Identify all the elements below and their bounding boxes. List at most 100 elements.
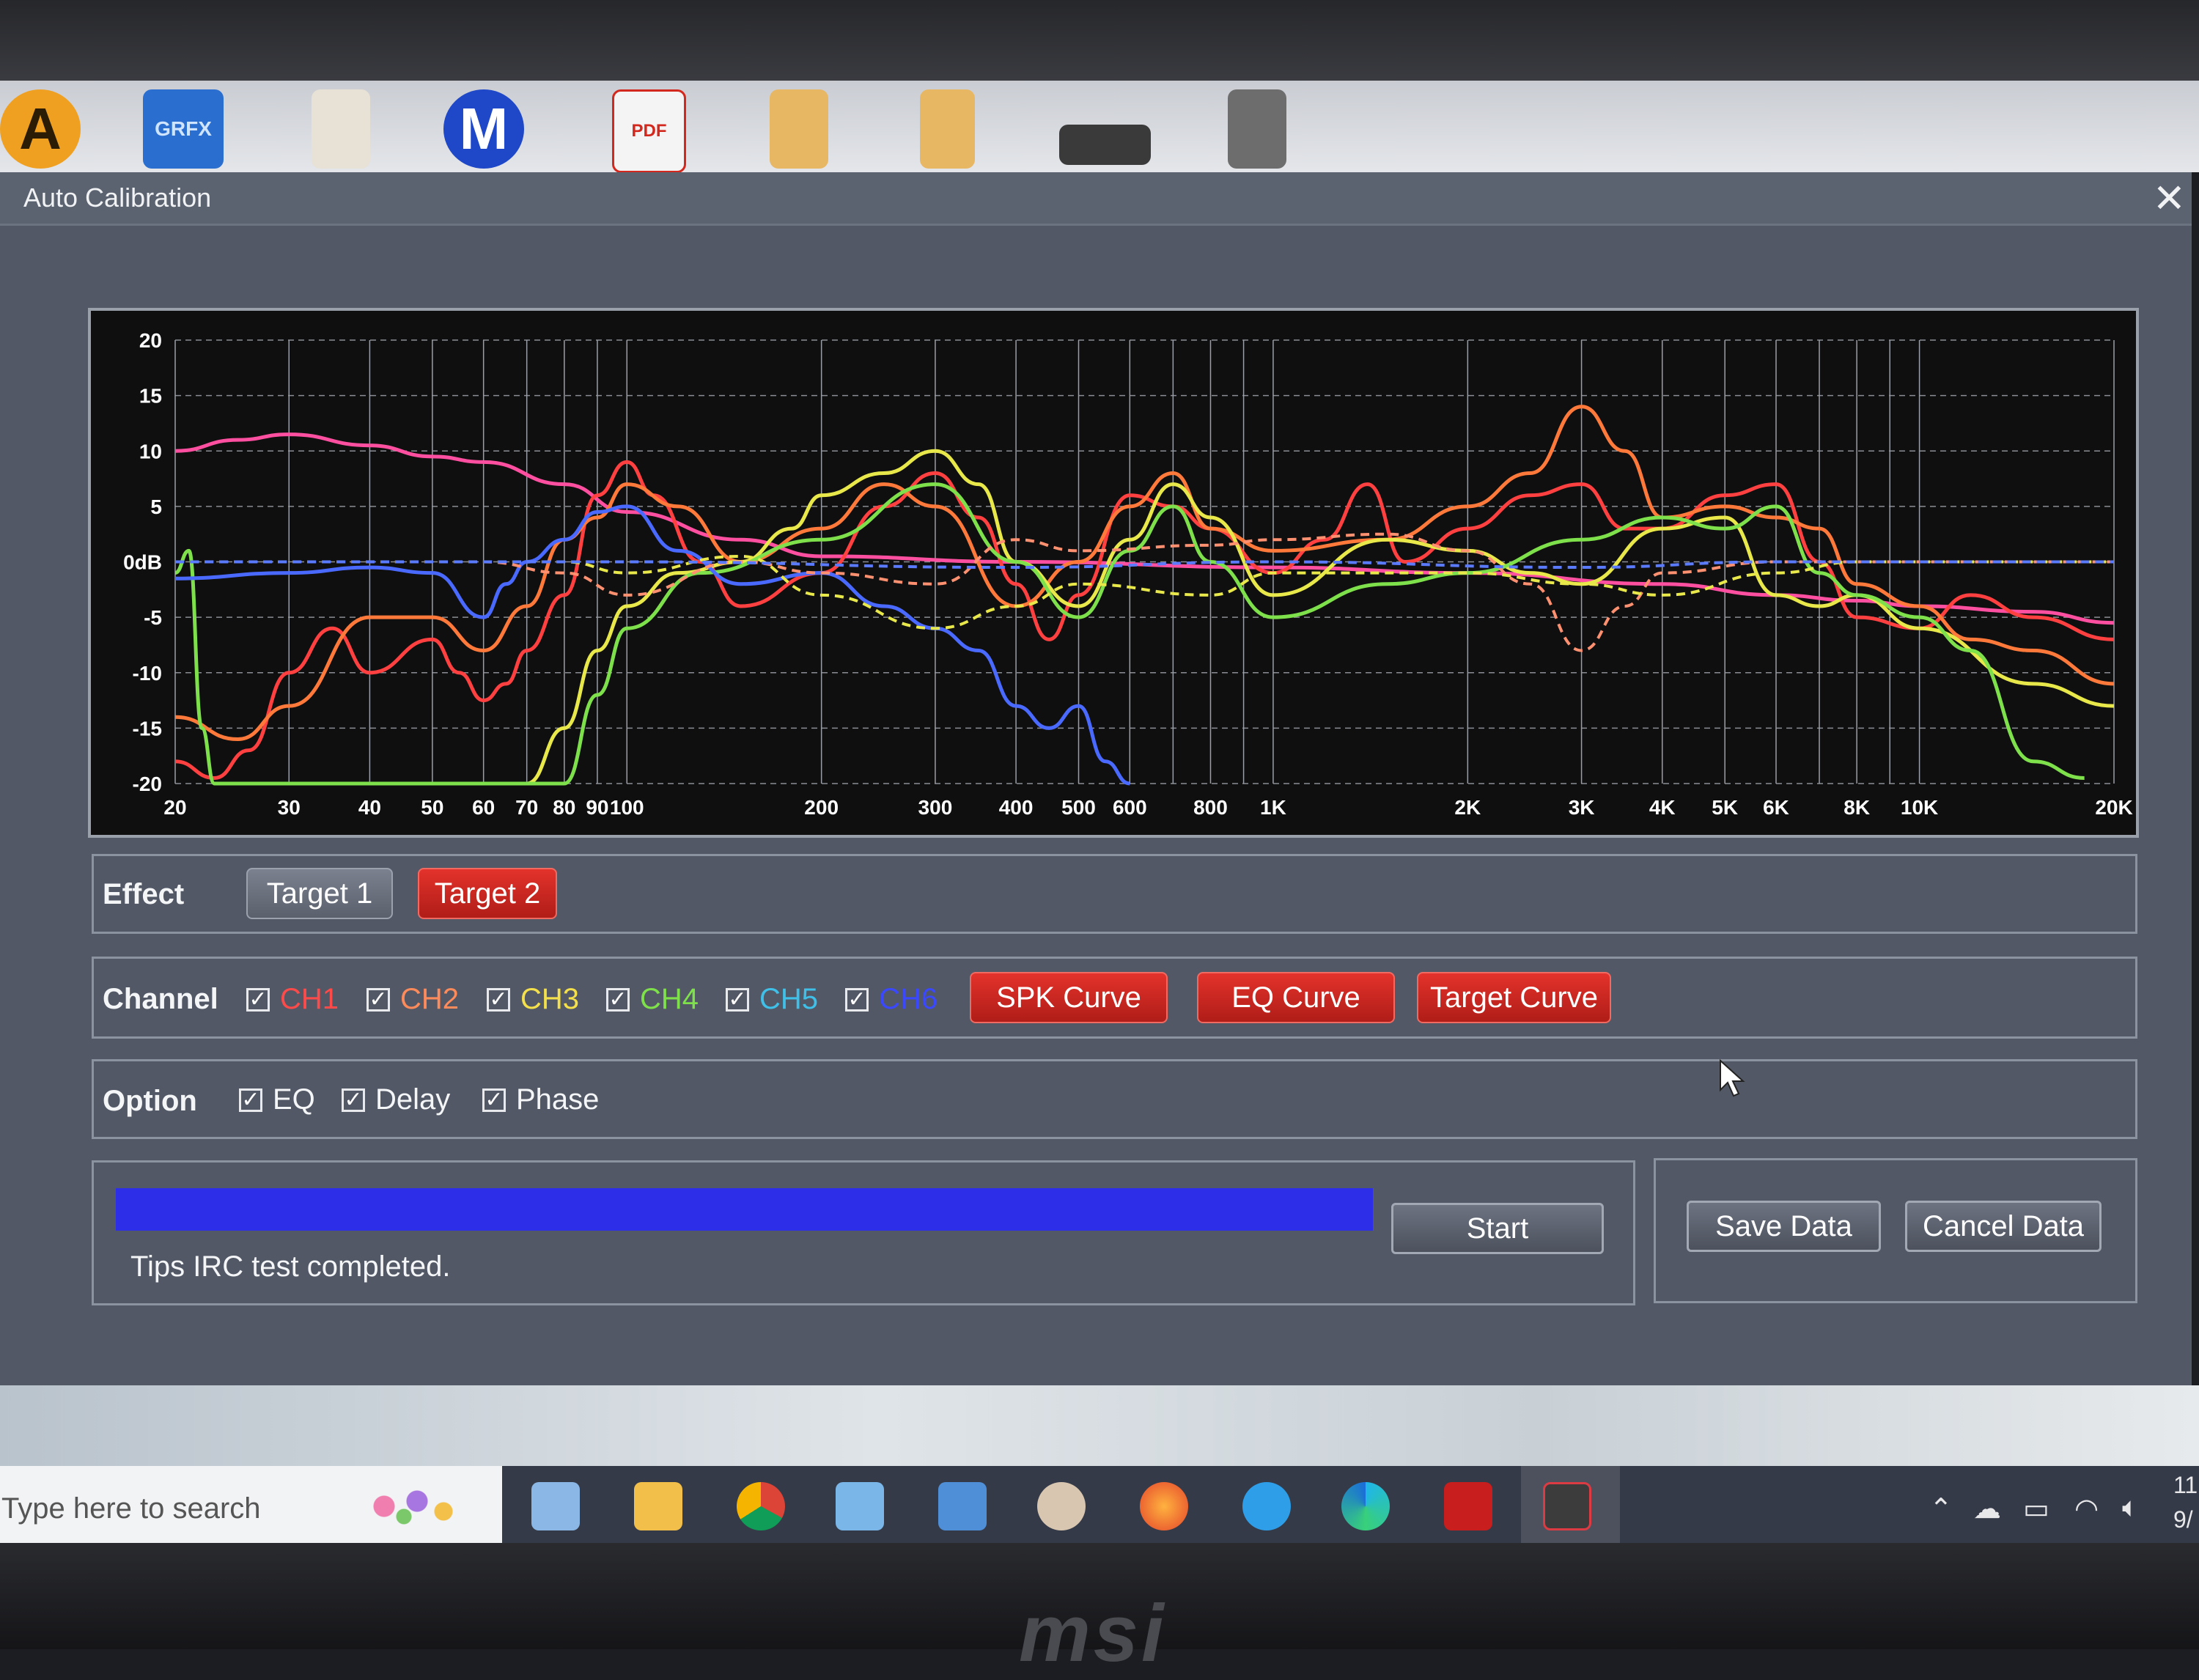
channel-label-ch4: CH4 <box>640 983 699 1015</box>
eq-curve-button[interactable]: EQ Curve <box>1197 972 1395 1023</box>
checkbox-check-icon: ✓ <box>239 1088 262 1112</box>
y-tick-label: 20 <box>139 329 162 352</box>
video-thumbnail-icon[interactable] <box>1059 125 1151 165</box>
channel-checkbox-ch5[interactable]: ✓ CH5 <box>726 983 818 1016</box>
clock-date[interactable]: 9/ <box>2173 1506 2193 1533</box>
series-line-6 <box>174 504 1130 786</box>
checkbox-check-icon: ✓ <box>366 987 390 1012</box>
x-tick-label: 40 <box>358 796 381 819</box>
file-explorer-icon[interactable] <box>634 1482 682 1530</box>
x-tick-label: 10K <box>1901 796 1938 819</box>
monitor-brand-logo: msi <box>1019 1588 1167 1679</box>
option-label: Option <box>103 1085 197 1117</box>
paint-icon[interactable] <box>1037 1482 1086 1530</box>
x-tick-label: 5K <box>1712 796 1738 819</box>
battery-icon[interactable]: ▭ <box>2023 1492 2049 1525</box>
y-tick-label: -5 <box>144 606 162 629</box>
control-panel-icon[interactable] <box>836 1482 884 1530</box>
y-tick-label: 15 <box>139 385 162 408</box>
calculator-icon[interactable] <box>938 1482 987 1530</box>
save-data-button[interactable]: Save Data <box>1687 1201 1881 1252</box>
eq-option-label: EQ <box>273 1083 315 1116</box>
start-button[interactable]: Start <box>1391 1203 1604 1254</box>
volume-icon[interactable]: 🔈︎ <box>2122 1492 2139 1524</box>
channel-row: Channel ✓ CH1 ✓ CH2 ✓ CH3 ✓ CH4 ✓ CH5 ✓ CH6 SPK Cur… <box>92 957 2137 1039</box>
channel-checkbox-ch6[interactable]: ✓ CH6 <box>845 983 938 1016</box>
clock-time[interactable]: 11 <box>2173 1472 2198 1499</box>
malwarebytes-icon[interactable]: M <box>443 89 524 169</box>
mouse-cursor-icon <box>1720 1059 1745 1097</box>
msi-dragon-center-icon[interactable] <box>1444 1482 1492 1530</box>
firefox-icon[interactable] <box>1140 1482 1188 1530</box>
onedrive-cloud-icon[interactable]: ☁ <box>1973 1492 2001 1525</box>
progress-fill <box>116 1188 1373 1231</box>
delay-option-label: Delay <box>375 1083 451 1116</box>
channel-checkbox-ch2[interactable]: ✓ CH2 <box>366 983 459 1016</box>
channel-label-ch6: CH6 <box>879 983 938 1015</box>
wifi-icon[interactable]: ◠ <box>2074 1492 2099 1525</box>
x-tick-label: 60 <box>472 796 495 819</box>
x-tick-label: 8K <box>1843 796 1870 819</box>
pdf-file-icon[interactable] <box>312 89 370 169</box>
checkbox-check-icon: ✓ <box>487 987 510 1012</box>
x-tick-label: 80 <box>553 796 575 819</box>
target-curve-button[interactable]: Target Curve <box>1417 972 1611 1023</box>
x-tick-label: 20K <box>2095 796 2132 819</box>
x-tick-label: 50 <box>421 796 443 819</box>
title-bar: Auto Calibration ✕ <box>0 172 2192 226</box>
x-tick-label: 1K <box>1260 796 1286 819</box>
grfx-icon[interactable]: GRFX <box>143 89 224 169</box>
channel-label-ch5: CH5 <box>759 983 819 1015</box>
target-2-button[interactable]: Target 2 <box>418 868 557 919</box>
channel-label-ch2: CH2 <box>400 983 460 1015</box>
data-actions-panel: Save Data Cancel Data <box>1654 1158 2137 1303</box>
checkbox-check-icon: ✓ <box>246 987 270 1012</box>
windows-taskbar: Type here to search ⌃ ☁ ▭ ◠ 🔈︎ 11 9/ <box>0 1466 2199 1547</box>
folder-image-icon[interactable] <box>1228 89 1286 169</box>
search-input[interactable]: Type here to search <box>1 1492 261 1525</box>
channel-checkbox-ch1[interactable]: ✓ CH1 <box>246 983 339 1016</box>
chrome-icon[interactable] <box>737 1482 785 1530</box>
progress-bar <box>116 1188 1373 1231</box>
checkbox-check-icon: ✓ <box>342 1088 365 1112</box>
y-tick-label: -10 <box>133 662 162 685</box>
notepad-icon[interactable] <box>531 1482 580 1530</box>
phase-checkbox[interactable]: ✓ Phase <box>482 1083 599 1116</box>
show-hidden-icons-chevron-icon[interactable]: ⌃ <box>1929 1492 1953 1525</box>
y-tick-label: 5 <box>150 495 162 518</box>
window-title: Auto Calibration <box>23 183 212 213</box>
channel-checkbox-ch4[interactable]: ✓ CH4 <box>606 983 699 1016</box>
cancel-data-button[interactable]: Cancel Data <box>1905 1201 2102 1252</box>
x-tick-label: 300 <box>918 796 953 819</box>
delay-checkbox[interactable]: ✓ Delay <box>342 1083 450 1116</box>
x-tick-label: 6K <box>1763 796 1789 819</box>
active-app-indicator <box>1521 1466 1620 1547</box>
y-tick-label: -15 <box>133 717 162 740</box>
monitor-bezel-top <box>0 0 2199 81</box>
folder-icon-2[interactable] <box>920 89 975 169</box>
x-tick-label: 100 <box>610 796 644 819</box>
series-line-7 <box>174 532 2114 652</box>
checkbox-check-icon: ✓ <box>845 987 869 1012</box>
acrobat-pdf-icon[interactable]: PDF <box>612 89 686 173</box>
channel-label-ch3: CH3 <box>520 983 580 1015</box>
avast-icon[interactable]: A <box>0 89 81 169</box>
x-tick-label: 2K <box>1454 796 1481 819</box>
frequency-response-chart: 20 15 10 5 0dB -5 -10 -15 -20 20 30 40 50 60 70 80 90 100… <box>88 308 2139 838</box>
effect-label: Effect <box>103 878 185 910</box>
channel-label: Channel <box>103 983 218 1015</box>
edge-icon[interactable] <box>1341 1482 1390 1530</box>
chart-svg: 20151050dB-5-10-15-2020 30 40 50 60 70 80 90 100… <box>123 329 2133 819</box>
eq-checkbox[interactable]: ✓ EQ <box>239 1083 315 1116</box>
internet-explorer-icon[interactable] <box>1242 1482 1291 1530</box>
taskbar-search-box[interactable]: Type here to search <box>0 1466 502 1547</box>
target-1-button[interactable]: Target 1 <box>246 868 393 919</box>
series-line-2 <box>174 460 2115 780</box>
folder-icon[interactable] <box>770 89 828 169</box>
effect-row: Effect Target 1 Target 2 <box>92 854 2137 934</box>
y-tick-label: -20 <box>133 773 162 795</box>
close-icon[interactable]: ✕ <box>2153 175 2186 221</box>
auto-calibration-window: Auto Calibration ✕ 20 15 10 5 0dB -5 -10 -15 -20… <box>0 172 2192 1385</box>
spk-curve-button[interactable]: SPK Curve <box>970 972 1168 1023</box>
channel-checkbox-ch3[interactable]: ✓ CH3 <box>487 983 579 1016</box>
